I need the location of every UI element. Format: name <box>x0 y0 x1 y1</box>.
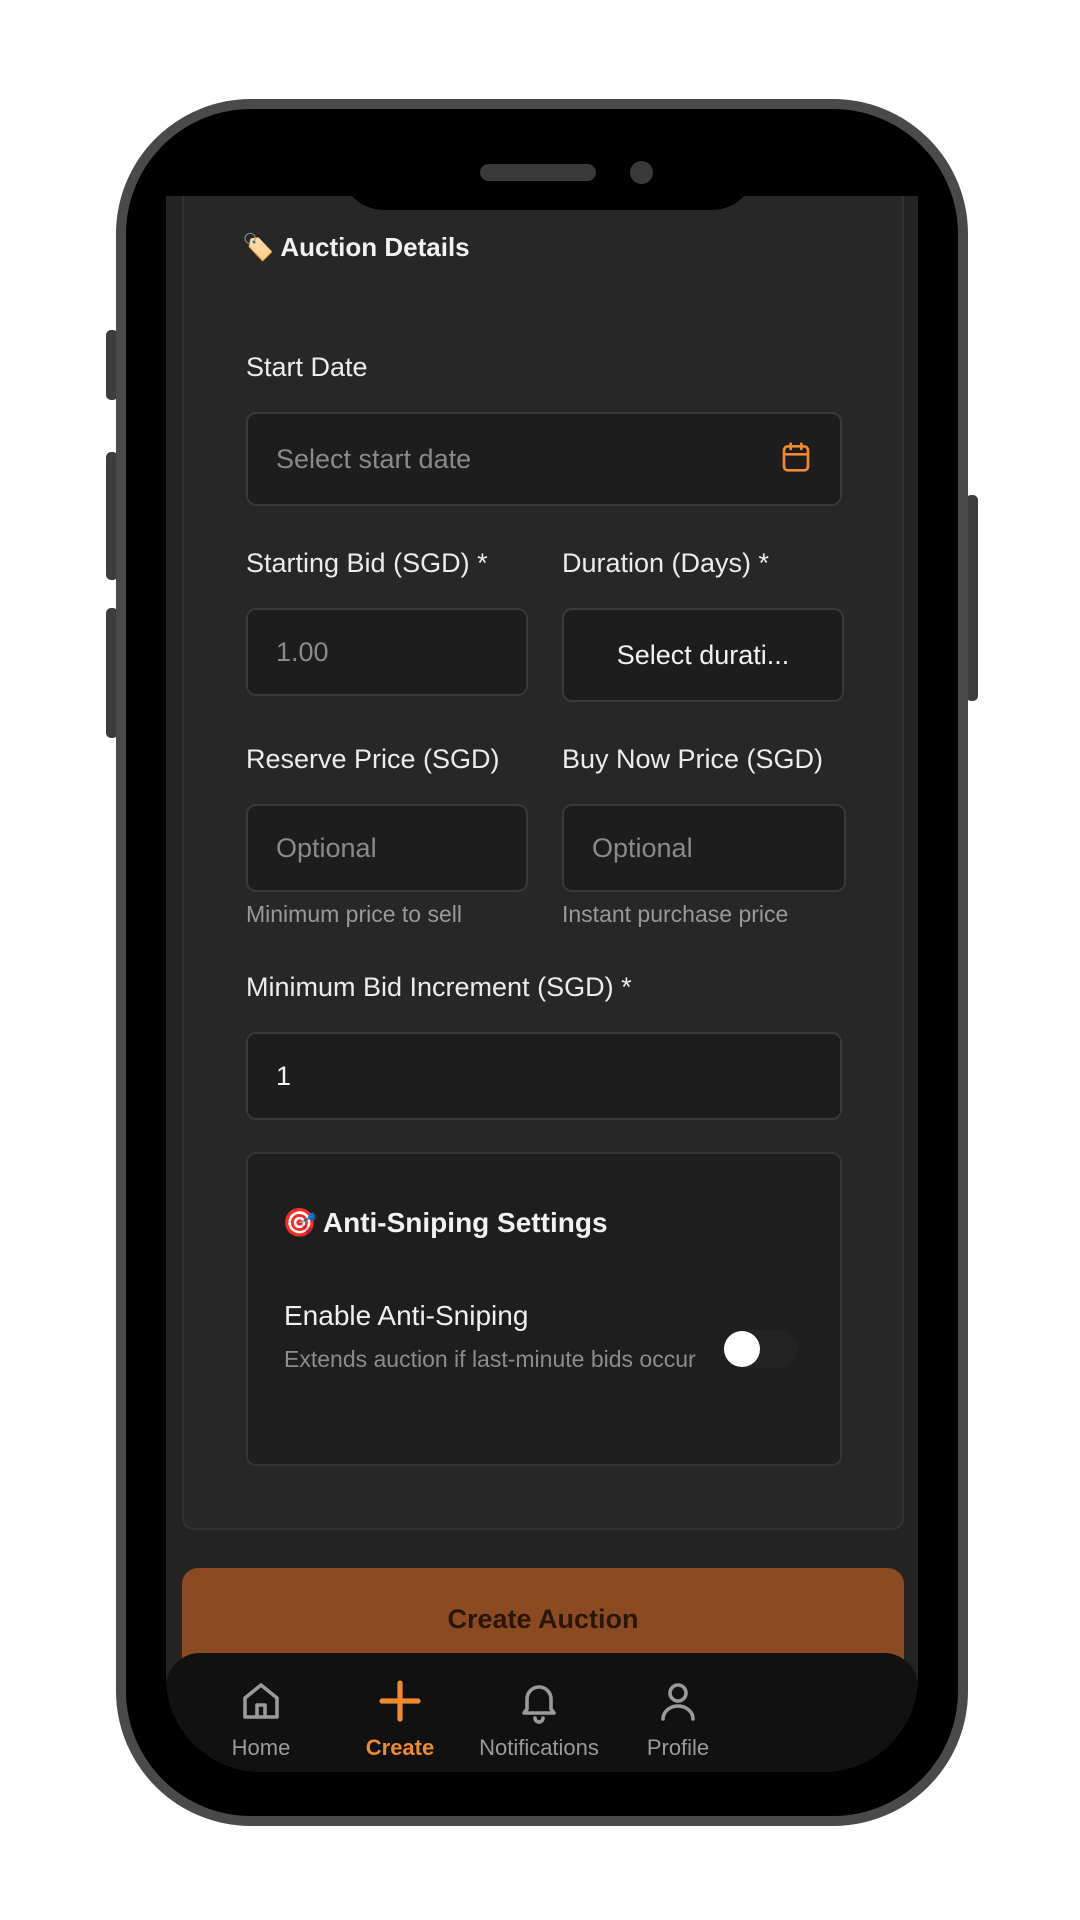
duration-label: Duration (Days) * <box>562 548 770 578</box>
buy-now-price-input[interactable]: Optional <box>562 804 846 892</box>
duration-select[interactable]: Select durati... <box>562 608 844 702</box>
nav-item-profile[interactable]: Profile <box>588 1677 768 1772</box>
section-title-text: Auction Details <box>280 232 470 262</box>
tag-icon: 🏷️ <box>242 232 275 262</box>
create-auction-button-label: Create Auction <box>447 1604 639 1634</box>
reserve-price-label: Reserve Price (SGD) <box>246 744 500 774</box>
reserve-price-input[interactable]: Optional <box>246 804 528 892</box>
calendar-icon[interactable] <box>780 441 812 473</box>
anti-sniping-toggle[interactable] <box>722 1330 798 1368</box>
duration-selected-value: Select durati... <box>616 639 790 670</box>
anti-sniping-title-text: Anti-Sniping Settings <box>322 1207 608 1238</box>
nav-label-home: Home <box>231 1735 291 1760</box>
start-date-input[interactable]: Select start date <box>246 412 842 506</box>
reserve-price-placeholder: Optional <box>276 832 377 863</box>
start-date-label: Start Date <box>246 352 368 382</box>
bell-icon <box>522 1685 556 1724</box>
anti-sniping-description: Extends auction if last-minute bids occu… <box>284 1346 696 1372</box>
anti-sniping-title: 🎯 Anti-Sniping Settings <box>282 1206 608 1239</box>
phone-speaker <box>480 164 596 181</box>
section-title: 🏷️ Auction Details <box>242 232 470 263</box>
nav-label-create: Create <box>365 1735 435 1760</box>
home-icon <box>243 1683 279 1719</box>
plus-icon <box>379 1680 421 1722</box>
toggle-knob <box>724 1331 760 1367</box>
user-icon <box>661 1683 695 1721</box>
min-increment-label: Minimum Bid Increment (SGD) * <box>246 972 632 1002</box>
app-screen: 🏷️ Auction Details Start Date Select star… <box>166 196 918 1772</box>
min-increment-input[interactable]: 1 <box>246 1032 842 1120</box>
min-increment-value: 1 <box>276 1060 292 1091</box>
buy-now-price-hint: Instant purchase price <box>562 901 789 927</box>
starting-bid-placeholder: 1.00 <box>276 636 329 667</box>
target-icon: 🎯 <box>282 1207 317 1238</box>
bottom-nav: Home Create Notifications Profile <box>166 1653 918 1772</box>
start-date-placeholder: Select start date <box>276 443 472 474</box>
starting-bid-label: Starting Bid (SGD) * <box>246 548 488 578</box>
starting-bid-input[interactable]: 1.00 <box>246 608 528 696</box>
buy-now-price-label: Buy Now Price (SGD) <box>562 744 824 774</box>
nav-label-profile: Profile <box>646 1735 710 1760</box>
buy-now-price-placeholder: Optional <box>592 832 693 863</box>
anti-sniping-toggle-label: Enable Anti-Sniping <box>284 1300 529 1331</box>
nav-label-notifications: Notifications <box>479 1735 599 1760</box>
phone-camera <box>630 161 653 184</box>
reserve-price-hint: Minimum price to sell <box>246 901 462 927</box>
anti-sniping-panel: 🎯 Anti-Sniping Settings Enable Anti-Snipi… <box>246 1152 842 1466</box>
